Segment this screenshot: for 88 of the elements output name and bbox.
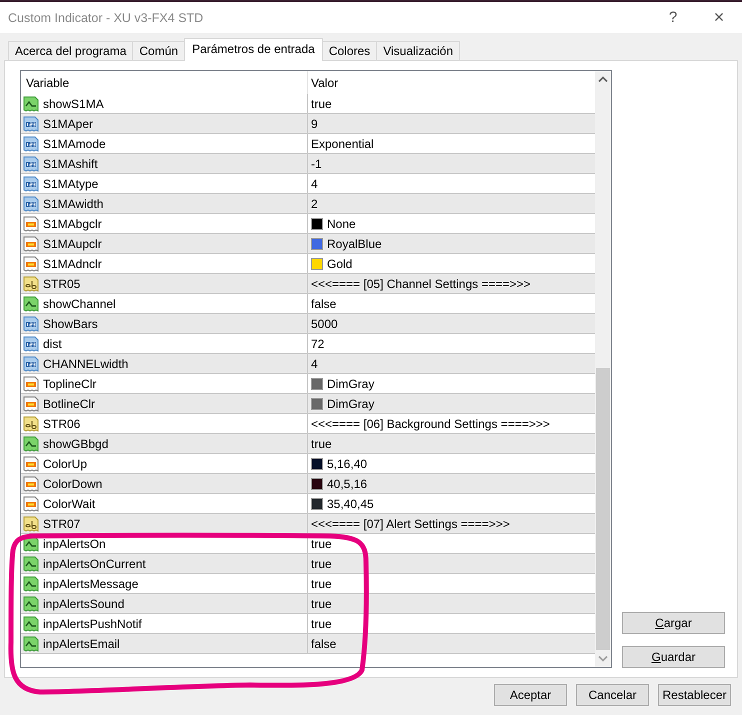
parameter-value[interactable]: 5000 [311, 316, 338, 330]
toggle-icon [23, 436, 39, 452]
parameter-name: S1MAupclr [43, 236, 102, 250]
parameter-name: inpAlertsSound [43, 596, 124, 610]
number-icon [23, 156, 39, 172]
parameter-value[interactable]: 5,16,40 [327, 456, 368, 470]
parameter-value[interactable]: <<<==== [06] Background Settings ====>>> [311, 416, 550, 430]
parameter-name: S1MAwidth [43, 196, 104, 210]
parameter-value[interactable]: true [311, 596, 332, 610]
parameter-value[interactable]: Exponential [311, 136, 374, 150]
parameter-value[interactable]: true [311, 536, 332, 550]
color-icon [23, 236, 39, 252]
toggle-icon [23, 576, 39, 592]
parameter-name: BotlineClr [43, 396, 96, 410]
parameter-value[interactable]: DimGray [327, 396, 374, 410]
parameter-name: STR05 [43, 276, 80, 290]
tab[interactable]: Parámetros de entrada [184, 38, 323, 61]
parameter-name: inpAlertsEmail [43, 636, 120, 650]
parameter-value[interactable]: 4 [311, 356, 318, 370]
toggle-icon [23, 96, 39, 112]
toggle-icon [23, 596, 39, 612]
parameter-value[interactable]: -1 [311, 156, 322, 170]
parameter-value[interactable]: <<<==== [07] Alert Settings ====>>> [311, 516, 510, 530]
parameter-value[interactable]: 35,40,45 [327, 496, 374, 510]
text-icon [23, 276, 39, 292]
help-button[interactable]: ? [650, 9, 696, 26]
tab[interactable]: Visualización [376, 41, 460, 60]
parameter-name: showGBbgd [43, 436, 108, 450]
parameter-value[interactable]: RoyalBlue [327, 236, 382, 250]
number-icon [23, 196, 39, 212]
parameter-name: S1MAper [43, 116, 94, 130]
parameter-value[interactable]: 40,5,16 [327, 476, 368, 490]
close-button[interactable]: × [696, 7, 742, 28]
parameter-name: inpAlertsMessage [43, 576, 138, 590]
toggle-icon [23, 556, 39, 572]
toggle-icon [23, 616, 39, 632]
parameter-value[interactable]: 4 [311, 176, 318, 190]
tab[interactable]: Acerca del programa [8, 41, 134, 60]
color-icon [23, 476, 39, 492]
parameter-value[interactable]: true [311, 96, 332, 110]
parameter-value[interactable]: false [311, 636, 336, 650]
parameter-name: CHANNELwidth [43, 356, 128, 370]
parameter-name: S1MAtype [43, 176, 98, 190]
parameter-value[interactable]: Gold [327, 256, 352, 270]
parameter-name: dist [43, 336, 62, 350]
side-button[interactable]: Guardar [622, 646, 725, 668]
side-button[interactable]: Cargar [622, 612, 725, 634]
parameter-value[interactable]: 72 [311, 336, 324, 350]
parameter-name: S1MAdnclr [43, 256, 102, 270]
parameter-name: showS1MA [43, 96, 104, 110]
parameter-name: ColorWait [43, 496, 96, 510]
toggle-icon [23, 296, 39, 312]
parameter-name: inpAlertsOn [43, 536, 106, 550]
dialog-button[interactable]: Cancelar [576, 684, 649, 706]
parameter-name: inpAlertsPushNotif [43, 616, 142, 630]
window-title: Custom Indicator - XU v3-FX4 STD [7, 10, 204, 24]
parameter-name: inpAlertsOnCurrent [43, 556, 146, 570]
parameter-name: S1MAbgclr [43, 216, 102, 230]
parameter-value[interactable]: 9 [311, 116, 318, 130]
number-icon [23, 116, 39, 132]
parameter-value[interactable]: true [311, 576, 332, 590]
number-icon [23, 316, 39, 332]
parameter-value[interactable]: None [327, 216, 356, 230]
text-icon [23, 516, 39, 532]
scroll-thumb[interactable] [596, 368, 610, 650]
parameter-value[interactable]: true [311, 616, 332, 630]
parameter-name: ColorDown [43, 476, 102, 490]
dialog-button[interactable]: Aceptar [494, 684, 567, 706]
parameter-name: STR06 [43, 416, 80, 430]
parameter-value[interactable]: DimGray [327, 376, 374, 390]
parameter-value[interactable]: false [311, 296, 336, 310]
parameter-value[interactable]: true [311, 436, 332, 450]
color-icon [23, 396, 39, 412]
parameter-name: ShowBars [43, 316, 98, 330]
scroll-bar[interactable] [595, 71, 611, 667]
parameter-value[interactable]: <<<==== [05] Channel Settings ====>>> [311, 276, 531, 290]
parameter-name: ColorUp [43, 456, 88, 470]
parameter-name: ToplineClr [43, 376, 96, 390]
number-icon [23, 356, 39, 372]
parameter-name: S1MAmode [43, 136, 106, 150]
dialog-button[interactable]: Restablecer [658, 684, 731, 706]
parameter-name: showChannel [43, 296, 116, 310]
parameter-name: S1MAshift [43, 156, 98, 170]
parameter-value[interactable]: true [311, 556, 332, 570]
toggle-icon [23, 636, 39, 652]
parameter-value[interactable]: 2 [311, 196, 318, 210]
parameter-name: STR07 [43, 516, 80, 530]
text-icon [23, 416, 39, 432]
